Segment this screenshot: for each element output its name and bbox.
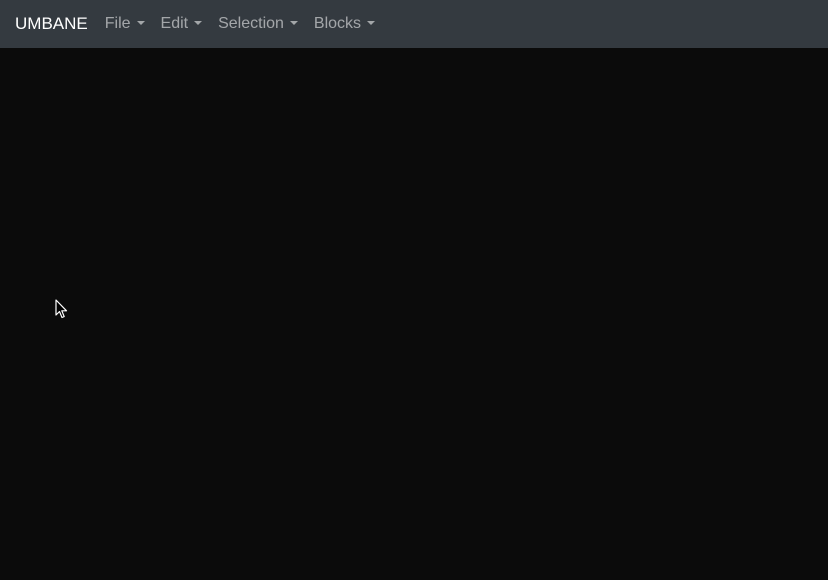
menu-blocks[interactable]: Blocks: [306, 14, 383, 34]
app-brand[interactable]: UMBANE: [15, 14, 88, 34]
chevron-down-icon: [289, 21, 298, 25]
menu-selection[interactable]: Selection: [210, 14, 306, 34]
menu-blocks-label: Blocks: [313, 15, 362, 32]
chevron-down-icon: [194, 21, 203, 25]
menu-edit[interactable]: Edit: [153, 14, 211, 34]
top-navbar: UMBANE File Edit Selection Blocks: [0, 0, 828, 48]
chevron-down-icon: [136, 21, 145, 25]
mouse-cursor-icon: [55, 299, 68, 319]
menu-edit-label: Edit: [160, 15, 189, 32]
menu-file-label: File: [104, 15, 131, 32]
chevron-down-icon: [367, 21, 376, 25]
menu-bar: File Edit Selection Blocks: [97, 14, 383, 34]
menu-selection-label: Selection: [218, 15, 284, 32]
workspace-canvas[interactable]: [0, 48, 828, 580]
menu-file[interactable]: File: [97, 14, 153, 34]
